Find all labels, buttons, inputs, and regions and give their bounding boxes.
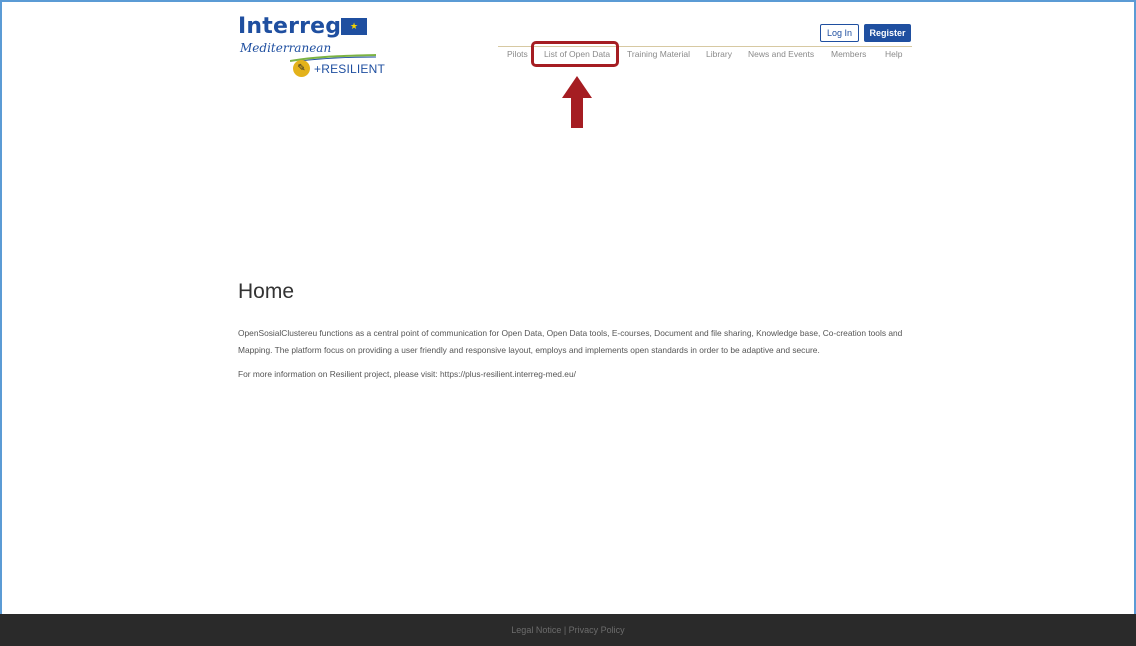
login-button[interactable]: Log In [820,24,859,42]
page-title: Home [238,280,295,303]
logo-mediterranean-text: Mediterranean [240,41,332,55]
nav-item-help[interactable]: Help [885,49,902,59]
nav-item-news-and-events[interactable]: News and Events [748,49,814,59]
nav-item-members[interactable]: Members [831,49,866,59]
nav-item-library[interactable]: Library [706,49,732,59]
footer: Legal Notice | Privacy Policy [0,614,1136,646]
logo-project-text: +RESILIENT [314,62,386,76]
footer-links[interactable]: Legal Notice | Privacy Policy [511,625,624,635]
eu-flag-icon: ★ [341,18,367,35]
register-button[interactable]: Register [864,24,911,42]
logo-interreg-text: Interreg [238,14,342,39]
page-content: OpenSosialClustereu functions as a centr… [238,325,918,383]
info-paragraph: For more information on Resilient projec… [238,369,576,379]
nav-item-pilots[interactable]: Pilots [507,49,528,59]
site-logo[interactable]: Interreg ★ Mediterranean ✎ +RESILIENT [238,14,388,78]
highlight-box [531,41,619,67]
intro-paragraph: OpenSosialClustereu functions as a centr… [238,328,903,355]
resilient-badge-icon: ✎ [293,60,310,77]
nav-item-training-material[interactable]: Training Material [627,49,690,59]
red-arrow-up-icon [562,76,592,128]
